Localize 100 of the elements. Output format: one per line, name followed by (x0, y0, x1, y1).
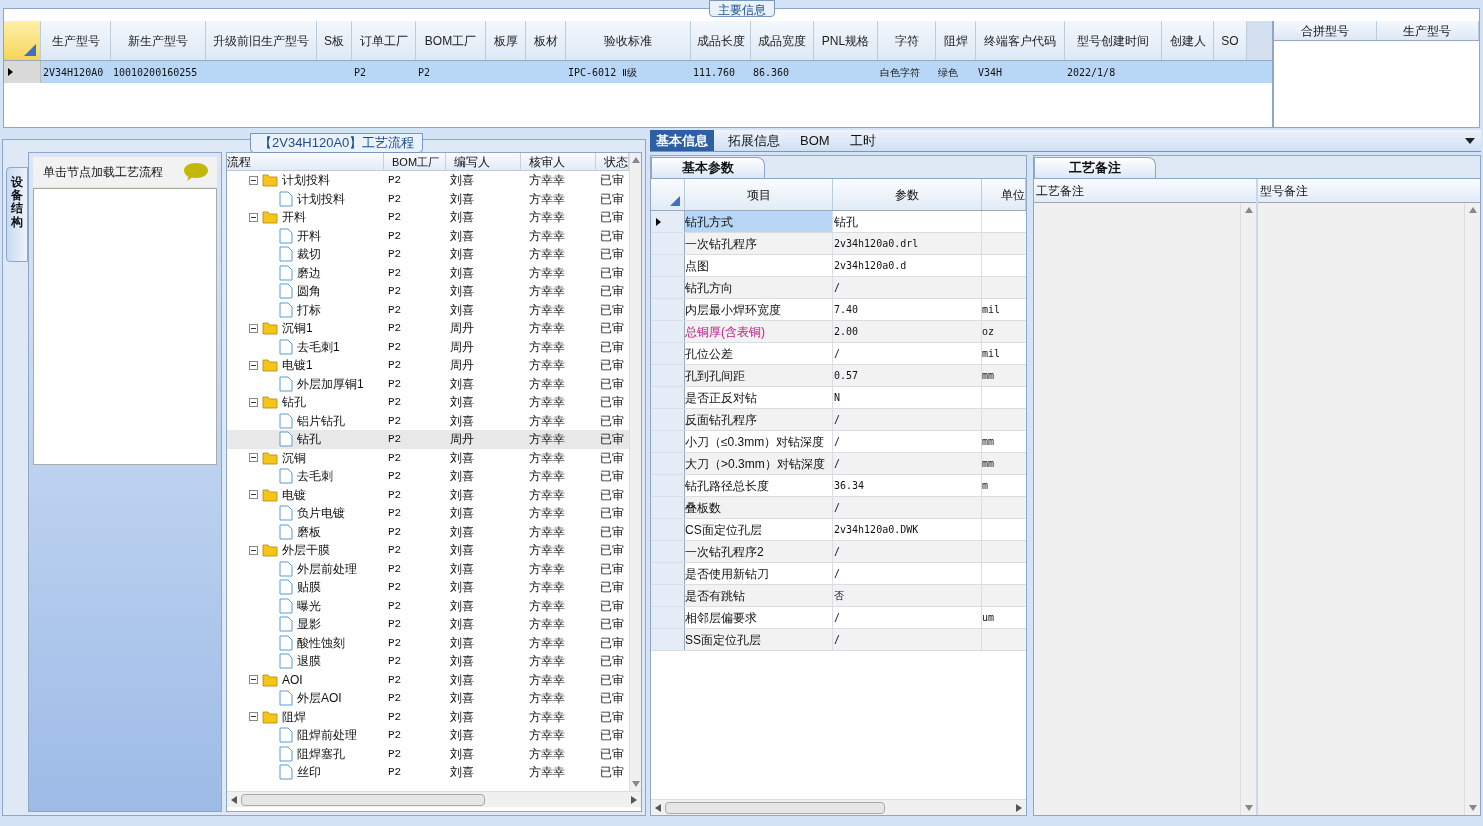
column-header[interactable]: 阻焊 (936, 21, 976, 60)
scroll-down-icon[interactable] (631, 781, 640, 787)
column-header[interactable]: 型号创建时间 (1065, 21, 1162, 60)
collapse-icon[interactable] (249, 453, 258, 463)
table-cell-text: 86.360 (752, 65, 791, 80)
column-header[interactable]: 项目 (685, 179, 833, 210)
table-row[interactable]: CS面定位孔层 2v34h120a0.DWK (651, 519, 1026, 541)
column-header[interactable]: 订单工厂 (352, 21, 416, 60)
table-cell-text: P2 (387, 672, 403, 688)
tab[interactable]: 基本参数 (651, 157, 765, 178)
vertical-tab[interactable]: 设备结构 (6, 167, 28, 262)
column-header[interactable]: 工艺备注 (1034, 179, 1256, 203)
scroll-down-icon[interactable] (1244, 805, 1253, 811)
column-header[interactable]: 成品长度 (691, 21, 751, 60)
scroll-right-icon[interactable] (1016, 803, 1022, 812)
collapse-icon[interactable] (249, 675, 258, 685)
scroll-left-icon[interactable] (655, 803, 661, 812)
table-cell-text: 已审 (599, 468, 625, 486)
tree-node-label: 去毛刺1 (297, 338, 340, 356)
tab[interactable]: BOM (794, 130, 836, 151)
column-header[interactable]: 字符 (878, 21, 936, 60)
table-row[interactable]: 孔位公差 / mil (651, 343, 1026, 365)
vertical-scrollbar[interactable] (629, 153, 641, 791)
table-row[interactable]: 一次钻孔程序2 / (651, 541, 1026, 563)
table-row[interactable]: 反面钻孔程序 / (651, 409, 1026, 431)
corner-cell[interactable] (4, 21, 41, 60)
collapse-icon[interactable] (249, 323, 258, 333)
table-cell-text: 方幸幸 (528, 283, 566, 301)
collapse-icon[interactable] (249, 397, 258, 407)
column-header[interactable]: 参数 (833, 179, 982, 210)
table-row[interactable]: 小刀（≤0.3mm）对钻深度 / mm (651, 431, 1026, 453)
column-header[interactable]: 成品宽度 (751, 21, 814, 60)
table-row[interactable]: 内层最小焊环宽度 7.40 mil (651, 299, 1026, 321)
tab[interactable]: 工时 (843, 130, 882, 151)
collapse-icon[interactable] (249, 175, 258, 185)
table-cell-text: P2 (387, 561, 403, 577)
table-cell-text: 方幸幸 (528, 172, 566, 190)
scroll-thumb[interactable] (241, 793, 485, 806)
tab[interactable]: 工艺备注 (1034, 157, 1156, 178)
scroll-up-icon[interactable] (1244, 207, 1253, 213)
table-row[interactable]: 是否使用新钻刀 / (651, 563, 1026, 585)
table-row[interactable]: 是否正反对钻 N (651, 387, 1026, 409)
table-cell: 内层最小焊环宽度 (685, 299, 833, 320)
scroll-right-icon[interactable] (631, 795, 637, 804)
collapse-icon[interactable] (249, 212, 258, 222)
column-header[interactable]: 板厚 (486, 21, 526, 60)
table-row[interactable]: SS面定位孔层 / (651, 629, 1026, 651)
table-row[interactable]: 一次钻孔程序 2v34h120a0.drl (651, 233, 1026, 255)
table-cell-text: 绿色 (937, 65, 959, 80)
dropdown-icon[interactable] (1465, 137, 1475, 144)
table-row[interactable]: 点图 2v34h120a0.d (651, 255, 1026, 277)
collapse-icon[interactable] (249, 712, 258, 722)
horizontal-scrollbar[interactable] (227, 791, 641, 807)
column-header[interactable]: 新生产型号 (111, 21, 206, 60)
table-cell-text: 已审 (599, 579, 625, 597)
column-header[interactable]: 单位 (982, 179, 1026, 210)
table-row[interactable]: 是否有跳钻 否 (651, 585, 1026, 607)
table-row[interactable]: 钻孔路径总长度 36.34 m (651, 475, 1026, 497)
column-header[interactable]: BOM工厂 (416, 21, 486, 60)
column-header[interactable]: 型号备注 (1258, 179, 1480, 203)
column-header[interactable]: S板 (317, 21, 352, 60)
vertical-scrollbar[interactable] (1240, 203, 1256, 815)
document-icon (279, 264, 293, 281)
table-cell-text: 方幸幸 (528, 523, 566, 541)
column-header[interactable]: 生产型号 (41, 21, 111, 60)
tree-node-label: 阻焊塞孔 (297, 745, 345, 763)
table-row[interactable]: 总铜厚(含表铜) 2.00 oz (651, 321, 1026, 343)
column-header[interactable]: 合拼型号 (1274, 21, 1377, 40)
table-cell-text: 方幸幸 (528, 357, 566, 375)
table-cell-text: 周丹 (449, 338, 475, 356)
table-row[interactable]: 大刀（>0.3mm）对钻深度 / mm (651, 453, 1026, 475)
column-header[interactable]: 生产型号 (1376, 21, 1479, 40)
table-cell: / (833, 409, 982, 430)
table-row[interactable]: 叠板数 / (651, 497, 1026, 519)
table-row[interactable]: 钻孔方式 钻孔 (651, 211, 1026, 233)
column-header[interactable]: 创建人 (1162, 21, 1214, 60)
scroll-up-icon[interactable] (631, 157, 640, 163)
collapse-icon[interactable] (249, 490, 258, 500)
table-row[interactable]: 2V34H120A0 10010200160255 P2 P2 IPC-6012 Ⅱ级 111.760 86.360 白色字符 绿色 V34H 2022/1/8 (4, 61, 1272, 83)
collapse-icon[interactable] (249, 545, 258, 555)
collapse-icon[interactable] (249, 360, 258, 370)
scroll-down-icon[interactable] (1468, 805, 1477, 811)
table-row[interactable]: 钻孔方向 / (651, 277, 1026, 299)
tab[interactable]: 基本信息 (650, 130, 714, 151)
horizontal-scrollbar[interactable] (651, 799, 1026, 815)
tab[interactable]: 拓展信息 (722, 130, 786, 151)
column-header[interactable]: PNL规格 (814, 21, 878, 60)
tree-node-label: 计划投料 (282, 172, 330, 190)
column-header[interactable]: 验收标准 (566, 21, 691, 60)
scroll-left-icon[interactable] (231, 795, 237, 804)
column-header[interactable]: 终端客户代码 (976, 21, 1065, 60)
scroll-thumb[interactable] (665, 801, 886, 814)
tree-row[interactable]: 钻孔 P2 周丹 方幸幸 已审 (227, 430, 629, 449)
column-header[interactable]: 板材 (526, 21, 566, 60)
scroll-up-icon[interactable] (1468, 207, 1477, 213)
table-row[interactable]: 相邻层偏要求 / um (651, 607, 1026, 629)
table-row[interactable]: 孔到孔间距 0.57 mm (651, 365, 1026, 387)
table-cell-text: P2 (387, 469, 403, 484)
column-header[interactable]: 升级前旧生产型号 (206, 21, 317, 60)
vertical-scrollbar[interactable] (1464, 203, 1480, 815)
